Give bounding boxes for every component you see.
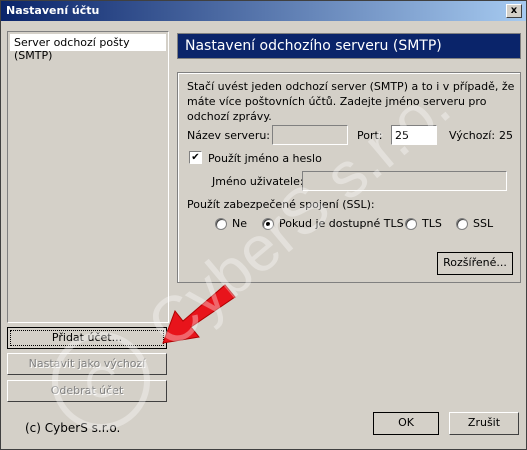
window-title: Nastavení účtu xyxy=(6,4,100,17)
server-name-label: Název serveru: xyxy=(187,129,271,142)
ssl-option-none-radio[interactable] xyxy=(215,218,227,230)
ssl-option-tls-if-available-radio[interactable] xyxy=(262,218,274,230)
copyright-text: (c) CyberS s.r.o. xyxy=(25,421,121,435)
smtp-description: Stačí uvést jeden odchozí server (SMTP) … xyxy=(187,80,515,123)
ssl-option-tls-label: TLS xyxy=(422,217,442,230)
username-input[interactable] xyxy=(302,171,507,191)
ssl-label: Použít zabezpečené spojení (SSL): xyxy=(187,198,375,211)
cancel-button[interactable]: Zrušit xyxy=(449,412,519,435)
account-item-smtp[interactable]: Server odchozí pošty (SMTP) xyxy=(10,34,166,62)
use-auth-label: Použít jméno a heslo xyxy=(208,152,322,165)
use-auth-checkbox[interactable]: ✔ xyxy=(189,151,202,164)
ssl-option-tls-if-available-label: Pokud je dostupné TLS xyxy=(279,217,404,230)
port-label: Port: xyxy=(357,129,383,142)
account-list[interactable]: Server odchozí pošty (SMTP) xyxy=(7,31,169,323)
close-button[interactable]: x xyxy=(506,4,522,18)
advanced-button[interactable]: Rozšířené... xyxy=(437,252,513,275)
ssl-option-ssl-label: SSL xyxy=(473,217,494,230)
account-settings-window: Nastavení účtu x Server odchozí pošty (S… xyxy=(0,0,527,450)
add-account-label: Přidat účet... xyxy=(51,331,123,344)
username-label: Jméno uživatele: xyxy=(212,175,304,188)
default-port-label: Výchozí: xyxy=(449,129,496,142)
remove-account-button[interactable]: Odebrat účet xyxy=(7,380,167,402)
red-arrow-icon xyxy=(162,284,236,344)
ssl-option-ssl-radio[interactable] xyxy=(456,218,468,230)
remove-account-label: Odebrat účet xyxy=(50,384,124,397)
ok-button[interactable]: OK xyxy=(373,412,439,435)
port-input[interactable]: 25 xyxy=(391,125,437,145)
set-default-button[interactable]: Nastavit jako výchozí xyxy=(7,353,167,375)
ssl-option-tls-radio[interactable] xyxy=(405,218,417,230)
set-default-label: Nastavit jako výchozí xyxy=(28,357,146,370)
smtp-heading: Nastavení odchozího serveru (SMTP) xyxy=(185,38,442,54)
cancel-label: Zrušit xyxy=(467,416,501,429)
ok-label: OK xyxy=(398,416,414,429)
server-name-input[interactable] xyxy=(272,125,348,145)
default-port-value: 25 xyxy=(499,129,513,142)
advanced-label: Rozšířené... xyxy=(443,256,507,269)
title-bar[interactable]: Nastavení účtu x xyxy=(1,1,526,21)
smtp-heading-box: Nastavení odchozího serveru (SMTP) xyxy=(177,33,521,59)
ssl-option-none-label: Ne xyxy=(232,217,247,230)
